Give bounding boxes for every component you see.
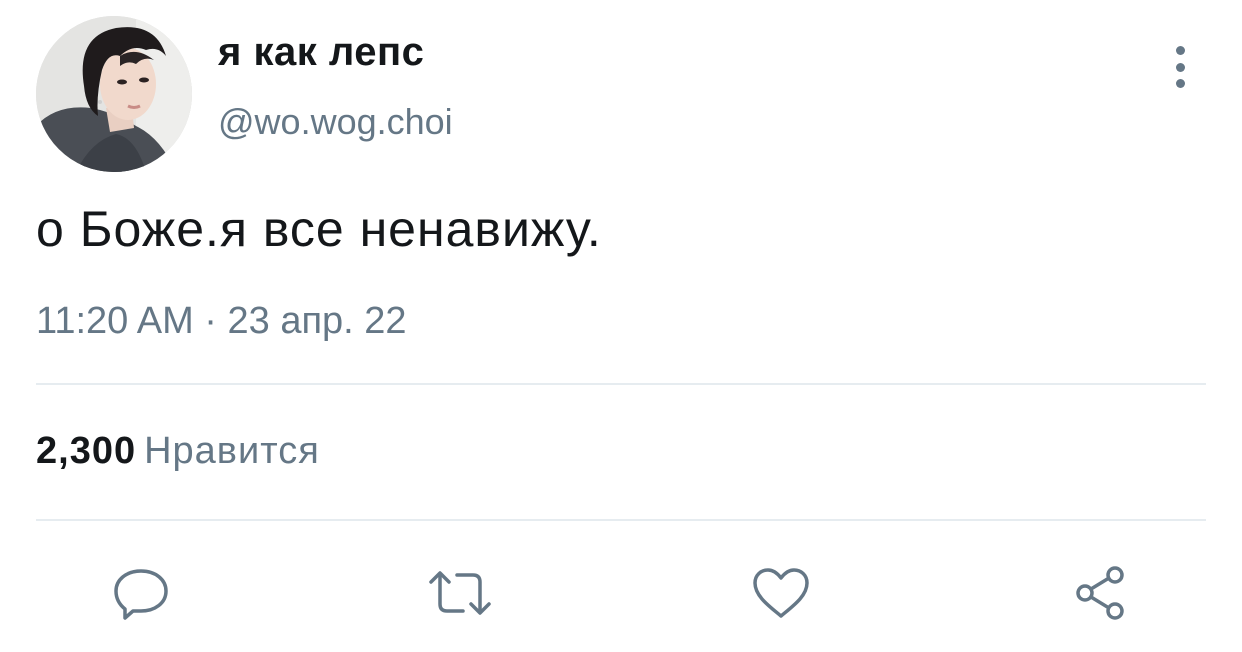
divider	[36, 383, 1206, 385]
retweet-icon	[429, 571, 491, 615]
avatar[interactable]	[36, 16, 192, 172]
user-handle[interactable]: @wo.wog.choi	[218, 101, 453, 143]
reply-button[interactable]	[108, 560, 174, 626]
avatar-photo-icon	[36, 16, 192, 172]
retweet-button[interactable]	[427, 560, 493, 626]
divider	[36, 519, 1206, 521]
likes-label: Нравится	[144, 430, 320, 472]
tweet-text: о Боже.я все ненавижу.	[36, 201, 602, 257]
tweet-card: я как лепс @wo.wog.choi о Боже.я все нен…	[0, 0, 1242, 652]
more-dot-icon	[1175, 62, 1185, 72]
more-dot-icon	[1175, 46, 1185, 55]
more-dot-icon	[1175, 79, 1185, 88]
likes-stat[interactable]: 2,300 Нравится	[36, 430, 320, 473]
share-button[interactable]	[1068, 560, 1134, 626]
likes-count: 2,300	[36, 430, 137, 472]
like-button[interactable]	[748, 560, 814, 626]
display-name[interactable]: я как лепс	[218, 30, 424, 75]
share-icon	[1076, 566, 1124, 620]
heart-icon	[753, 568, 809, 618]
reply-icon	[114, 569, 168, 620]
more-options-button[interactable]	[1160, 42, 1200, 92]
tweet-timestamp[interactable]: 11:20 AM · 23 апр. 22	[36, 300, 407, 343]
